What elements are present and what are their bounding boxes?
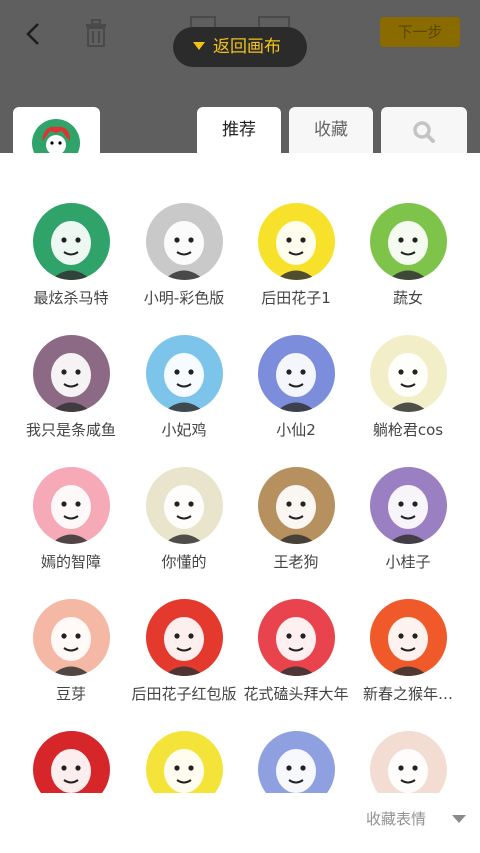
collect-stickers-label[interactable]: 收藏表情: [366, 808, 426, 829]
sticker-item[interactable]: 我只是条咸鱼: [11, 335, 131, 467]
caret-down-icon: [193, 42, 205, 50]
next-step-button[interactable]: 下一步: [380, 17, 460, 47]
sticker-item[interactable]: [11, 731, 131, 793]
sticker-item[interactable]: 后田花子红包版: [124, 599, 244, 731]
tab-search[interactable]: [381, 107, 467, 153]
sticker-item[interactable]: 蔬女: [348, 203, 468, 335]
sticker-item[interactable]: [236, 731, 356, 793]
back-to-canvas-button[interactable]: 返回画布: [173, 27, 307, 67]
sticker-avatar: [33, 731, 110, 793]
sticker-avatar: [146, 467, 223, 544]
sticker-name: 小仙2: [276, 421, 316, 439]
sticker-item[interactable]: [348, 731, 468, 793]
sticker-item[interactable]: 王老狗: [236, 467, 356, 599]
sticker-avatar: [146, 599, 223, 676]
sticker-name: 新春之猴年…: [362, 685, 453, 703]
sticker-item[interactable]: 小仙2: [236, 335, 356, 467]
sticker-name: 我只是条咸鱼: [25, 421, 116, 439]
sticker-name: 小明-彩色版: [143, 289, 225, 307]
sticker-name: 小妃鸡: [161, 421, 207, 439]
sticker-item[interactable]: 后田花子1: [236, 203, 356, 335]
sticker-avatar: [33, 335, 110, 412]
sticker-name: 嫣的智障: [40, 553, 101, 571]
back-to-canvas-label: 返回画布: [213, 37, 281, 57]
sticker-item[interactable]: 新春之猴年…: [348, 599, 468, 731]
sticker-avatar: [258, 203, 335, 280]
sticker-name: 后田花子1: [261, 289, 331, 307]
sticker-name: 躺枪君cos: [372, 421, 444, 439]
top-toolbar: 下一步 返回画布 推荐 收藏: [0, 0, 480, 153]
sticker-avatar: [258, 335, 335, 412]
sticker-preview-tab[interactable]: [13, 107, 100, 153]
sticker-avatar: [33, 203, 110, 280]
sticker-item[interactable]: 你懂的: [124, 467, 244, 599]
sticker-item[interactable]: 豆芽: [11, 599, 131, 731]
sticker-avatar: [146, 731, 223, 793]
sticker-avatar: [370, 599, 447, 676]
sticker-avatar: [258, 599, 335, 676]
tab-favorites[interactable]: 收藏: [289, 107, 373, 153]
trash-icon[interactable]: [82, 18, 110, 48]
search-icon: [413, 121, 435, 143]
sticker-avatar: [258, 467, 335, 544]
sticker-name: 花式磕头拜大年: [243, 685, 349, 703]
sticker-grid: 最炫杀马特 小明-彩色版 后田花子1 蔬女我只是条咸鱼 小妃鸡 小仙2 躺枪君cos 嫣的智障…: [0, 153, 480, 793]
sticker-avatar: [370, 731, 447, 793]
sticker-name: 王老狗: [273, 553, 319, 571]
sticker-name: 蔬女: [392, 289, 423, 307]
sticker-item[interactable]: 嫣的智障: [11, 467, 131, 599]
chevron-down-icon[interactable]: [452, 815, 466, 823]
tab-recommend[interactable]: 推荐: [197, 107, 281, 153]
sticker-name: 小桂子: [385, 553, 431, 571]
sticker-item[interactable]: 躺枪君cos: [348, 335, 468, 467]
sticker-item[interactable]: 小明-彩色版: [124, 203, 244, 335]
sticker-avatar: [33, 599, 110, 676]
sticker-avatar: [146, 335, 223, 412]
sticker-item[interactable]: 花式磕头拜大年: [236, 599, 356, 731]
sticker-item[interactable]: [124, 731, 244, 793]
sticker-avatar: [370, 467, 447, 544]
back-arrow-icon[interactable]: [22, 22, 46, 46]
sticker-item[interactable]: 小桂子: [348, 467, 468, 599]
sticker-name: 最炫杀马特: [33, 289, 109, 307]
sticker-avatar: [370, 203, 447, 280]
sticker-preview-thumbnail: [32, 119, 80, 153]
sticker-name: 你懂的: [161, 553, 207, 571]
sticker-item[interactable]: 小妃鸡: [124, 335, 244, 467]
sticker-name: 后田花子红包版: [131, 685, 237, 703]
sticker-item[interactable]: 最炫杀马特: [11, 203, 131, 335]
sticker-avatar: [146, 203, 223, 280]
sticker-avatar: [258, 731, 335, 793]
sticker-name: 豆芽: [55, 685, 86, 703]
sticker-avatar: [33, 467, 110, 544]
sticker-avatar: [370, 335, 447, 412]
